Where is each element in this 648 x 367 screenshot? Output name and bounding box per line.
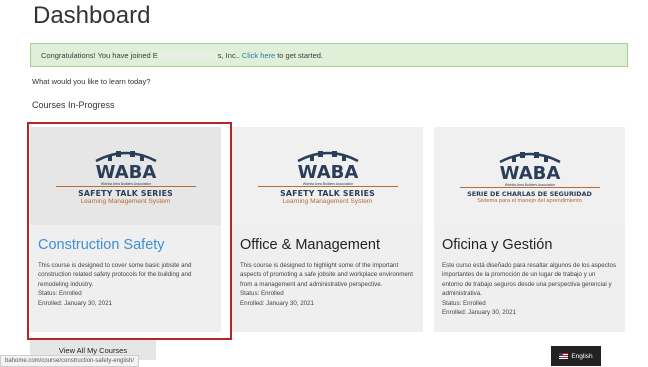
learn-prompt: What would you like to learn today? [32,77,151,86]
alert-text-prefix: Congratulations! You have joined E [41,50,158,60]
course-subline: Sistema para el manejo del aprendimiento [477,198,582,204]
waba-logo-icon: WABA Wichita Area Builders Association [257,151,398,187]
course-status: Status: Enrolled [442,299,486,307]
course-title[interactable]: Oficina y Gestión [442,236,617,254]
get-started-link[interactable]: Click here [242,51,275,60]
course-card-office-management[interactable]: WABA Wichita Area Builders Association S… [232,127,423,332]
alert-text-tail: to get started. [277,50,324,60]
language-label: English [571,352,593,360]
course-status: Status: Enrolled [240,290,284,298]
logo-brand-sub: Wichita Area Builders Association [504,183,554,187]
course-enrolled-date: Enrolled: January 30, 2021 [442,309,516,317]
logo-brand: WABA [297,162,358,183]
course-enrolled-date: Enrolled: January 30, 2021 [240,299,314,307]
course-card-oficina-gestion[interactable]: WABA Wichita Area Builders Association S… [434,127,625,332]
course-tagline: SERIE DE CHARLAS DE SEGURIDAD [467,190,592,198]
waba-logo-icon: WABA Wichita Area Builders Association [459,152,600,188]
logo-brand: WABA [499,163,560,184]
selected-card-highlight [27,122,232,340]
language-selector-button[interactable]: English [551,346,601,366]
course-description: Este curso está diseñado para resaltar a… [442,262,617,298]
status-bar-url: bahome.com/course/construction-safety-en… [0,355,140,367]
logo-brand-sub: Wichita Area Builders Association [302,182,352,186]
alert-text-suffix: s, Inc.. [217,50,240,60]
redacted-block [158,51,217,59]
course-tagline: SAFETY TALK SERIES [280,189,375,198]
section-title: Courses In-Progress [32,100,115,110]
course-logo: WABA Wichita Area Builders Association S… [434,127,625,225]
success-alert: Congratulations! You have joined E s, In… [30,43,628,67]
course-description: This course is designed to highlight som… [240,262,414,288]
course-title[interactable]: Office & Management [240,236,415,254]
page-title: Dashboard [33,2,151,29]
course-subline: Learning Management System [282,198,373,205]
us-flag-icon [559,353,569,359]
course-logo: WABA Wichita Area Builders Association S… [232,127,423,225]
